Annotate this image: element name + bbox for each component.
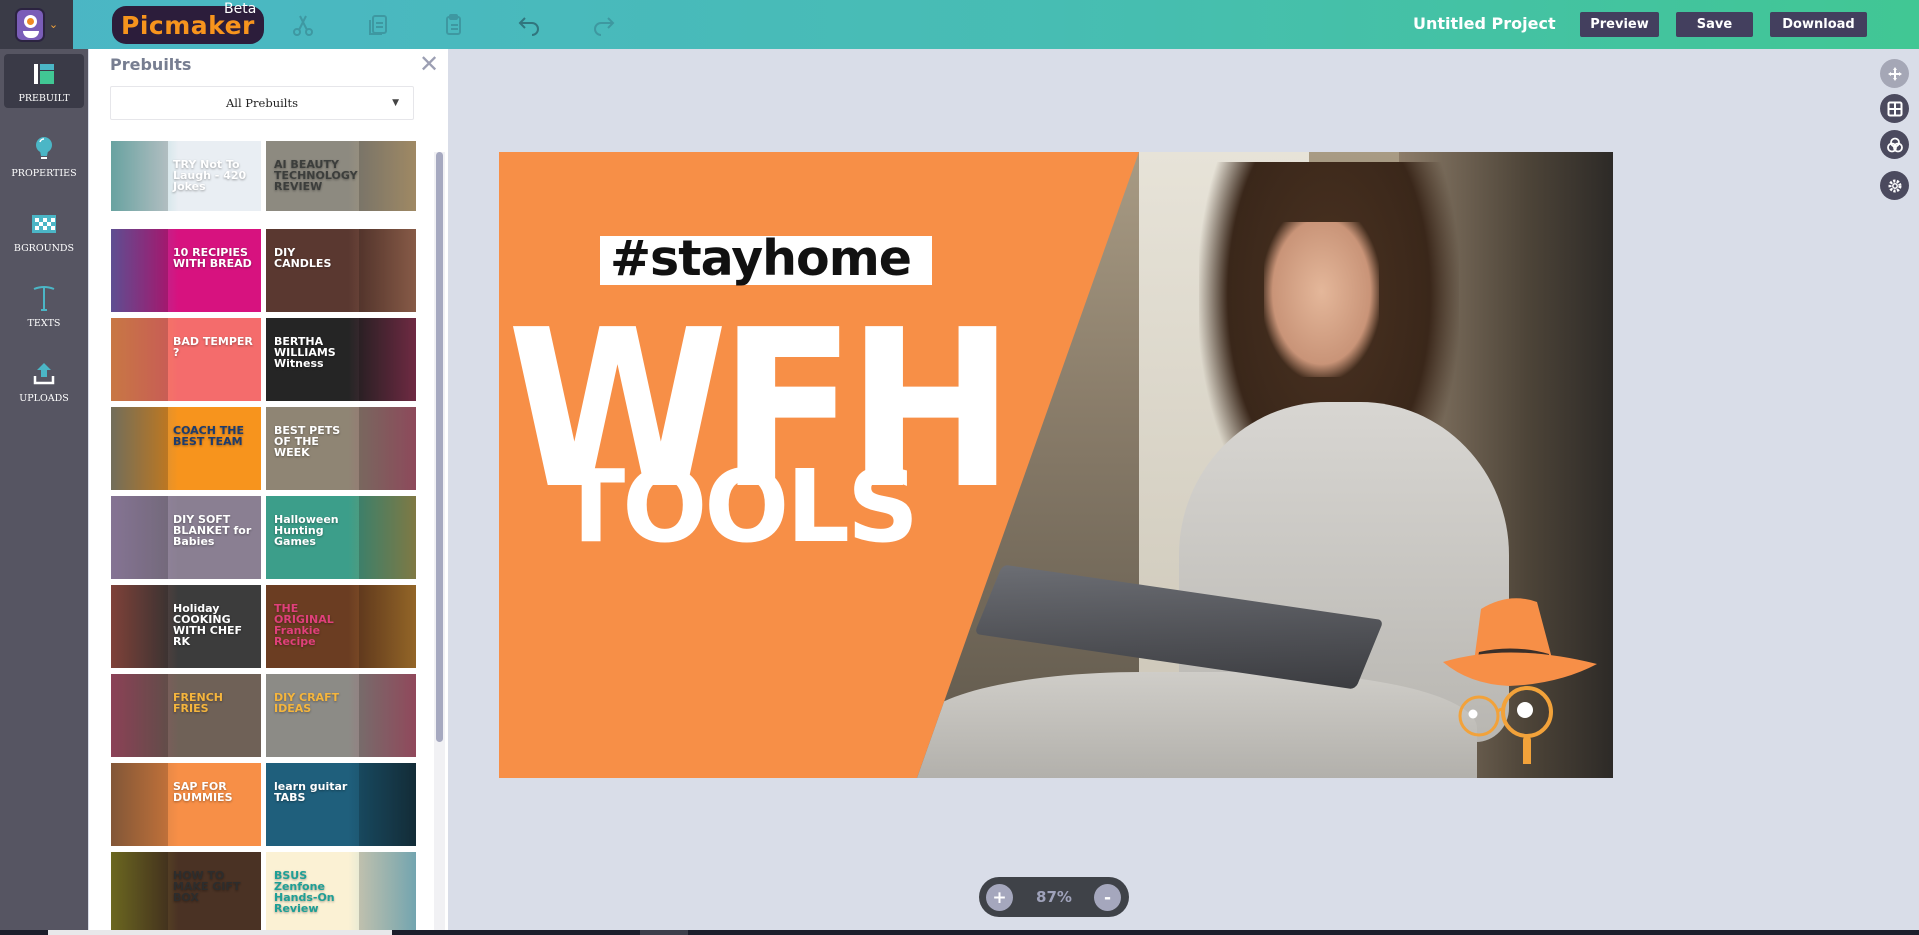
template-title: BSUS Zenfone Hands-On Review — [274, 869, 335, 915]
hashtag-text[interactable]: #stayhome — [610, 230, 912, 287]
template-title: learn guitar TABS — [274, 780, 348, 804]
panel-title: Prebuilts — [110, 55, 192, 74]
color-blend-tool-button[interactable] — [1880, 130, 1909, 159]
left-sidebar: PREBUILT PROPERTIES BGROUNDS TEXTS UPLOA… — [0, 49, 88, 935]
template-title: TRY Not To Laugh - 420 Jokes — [173, 158, 247, 193]
template-thumbnail[interactable]: BAD TEMPER ? — [111, 318, 261, 401]
template-thumbnail[interactable]: BEST PETS OF THE WEEK — [266, 407, 416, 490]
template-thumbnail[interactable]: Holiday COOKING WITH CHEF RK — [111, 585, 261, 668]
save-button[interactable]: Save — [1676, 12, 1753, 37]
template-title: FRENCH FRIES — [173, 691, 223, 715]
layout-icon — [31, 61, 57, 87]
account-menu[interactable]: ⌄ — [0, 0, 73, 49]
redo-icon[interactable] — [590, 11, 618, 39]
copy-icon[interactable] — [364, 11, 392, 39]
template-title: COACH THE BEST TEAM — [173, 424, 244, 448]
template-thumbnail[interactable]: Halloween Hunting Games — [266, 496, 416, 579]
zoom-in-button[interactable]: + — [986, 884, 1013, 911]
template-thumbnail[interactable]: 10 RECIPIES WITH BREAD — [111, 229, 261, 312]
grid-tool-button[interactable] — [1880, 94, 1909, 123]
close-panel-icon[interactable]: ✕ — [419, 52, 439, 76]
template-title: THE ORIGINAL Frankie Recipe — [274, 602, 334, 648]
horizontal-scrollbar[interactable] — [48, 930, 392, 935]
zoom-out-button[interactable]: - — [1094, 884, 1121, 911]
top-bar: ⌄ Picmaker Beta Untitled Project Preview… — [0, 0, 1919, 49]
template-title: Halloween Hunting Games — [274, 513, 339, 548]
panel-scrollbar[interactable] — [436, 152, 443, 742]
move-tool-button[interactable] — [1880, 59, 1909, 88]
project-title[interactable]: Untitled Project — [1413, 14, 1556, 33]
sidebar-item-prebuilt[interactable]: PREBUILT — [4, 54, 84, 108]
template-title: SAP FOR DUMMIES — [173, 780, 233, 804]
template-title: BERTHA WILLIAMS Witness — [274, 335, 336, 370]
template-thumbnail[interactable]: THE ORIGINAL Frankie Recipe — [266, 585, 416, 668]
beta-badge: Beta — [224, 1, 257, 17]
settings-icon — [1888, 179, 1901, 192]
bottom-strip — [0, 930, 1919, 935]
subheadline-text[interactable]: TOOLS — [557, 457, 919, 557]
sidebar-item-bgrounds[interactable]: BGROUNDS — [4, 204, 84, 258]
chevron-down-icon: ⌄ — [48, 18, 59, 31]
template-title: 10 RECIPIES WITH BREAD — [173, 246, 252, 270]
preview-button[interactable]: Preview — [1580, 12, 1659, 37]
paste-icon[interactable] — [440, 11, 468, 39]
sidebar-item-properties[interactable]: PROPERTIES — [4, 129, 84, 183]
dropdown-caret-icon: ▼ — [392, 98, 399, 108]
undo-icon[interactable] — [515, 11, 543, 39]
zoom-level: 87% — [1036, 888, 1072, 906]
template-thumbnail[interactable]: DIY CRAFT IDEAS — [266, 674, 416, 757]
template-thumbnail[interactable]: DIY CANDLES — [266, 229, 416, 312]
settings-tool-button[interactable] — [1880, 171, 1909, 200]
sidebar-item-uploads[interactable]: UPLOADS — [4, 354, 84, 408]
prebuilts-panel: Prebuilts ✕ All Prebuilts ▼ TRY Not To L… — [89, 49, 448, 935]
template-title: DIY CRAFT IDEAS — [274, 691, 340, 715]
template-thumbnail[interactable]: TRY Not To Laugh - 420 Jokes — [111, 141, 261, 211]
design-canvas[interactable]: #stayhome WFH TOOLS — [499, 152, 1613, 778]
template-title: AI BEAUTY TECHNOLOGY REVIEW — [274, 158, 358, 193]
template-thumbnail[interactable]: FRENCH FRIES — [111, 674, 261, 757]
text-icon — [31, 286, 57, 312]
pattern-icon — [31, 211, 57, 237]
template-thumbnail[interactable]: BERTHA WILLIAMS Witness — [266, 318, 416, 401]
sidebar-item-texts[interactable]: TEXTS — [4, 279, 84, 333]
template-title: DIY CANDLES — [274, 246, 332, 270]
zoom-control: + 87% - — [979, 877, 1129, 917]
template-title: BEST PETS OF THE WEEK — [274, 424, 341, 459]
template-thumbnail[interactable]: learn guitar TABS — [266, 763, 416, 846]
color-blend-icon — [1886, 137, 1903, 152]
template-thumbnail[interactable]: BSUS Zenfone Hands-On Review — [266, 852, 416, 935]
template-thumbnail[interactable]: SAP FOR DUMMIES — [111, 763, 261, 846]
template-thumbnail[interactable]: DIY SOFT BLANKET for Babies — [111, 496, 261, 579]
template-title: Holiday COOKING WITH CHEF RK — [173, 602, 243, 648]
template-title: BAD TEMPER ? — [173, 335, 253, 359]
mascot-avatar-icon — [14, 7, 45, 42]
bulb-icon — [31, 136, 57, 162]
move-icon — [1887, 66, 1902, 81]
template-thumbnail[interactable]: HOW TO MAKE GIFT BOX — [111, 852, 261, 935]
template-thumbnail[interactable]: AI BEAUTY TECHNOLOGY REVIEW — [266, 141, 416, 211]
grid-icon — [1887, 101, 1902, 116]
download-button[interactable]: Download — [1770, 12, 1867, 37]
template-title: DIY SOFT BLANKET for Babies — [173, 513, 252, 548]
upload-icon — [31, 361, 57, 387]
cut-icon[interactable] — [289, 11, 317, 39]
detective-hat-glasses-icon[interactable] — [1439, 584, 1599, 764]
template-title: HOW TO MAKE GIFT BOX — [173, 869, 241, 904]
template-thumbnail[interactable]: COACH THE BEST TEAM — [111, 407, 261, 490]
prebuilts-filter-select[interactable]: All Prebuilts ▼ — [110, 86, 414, 120]
